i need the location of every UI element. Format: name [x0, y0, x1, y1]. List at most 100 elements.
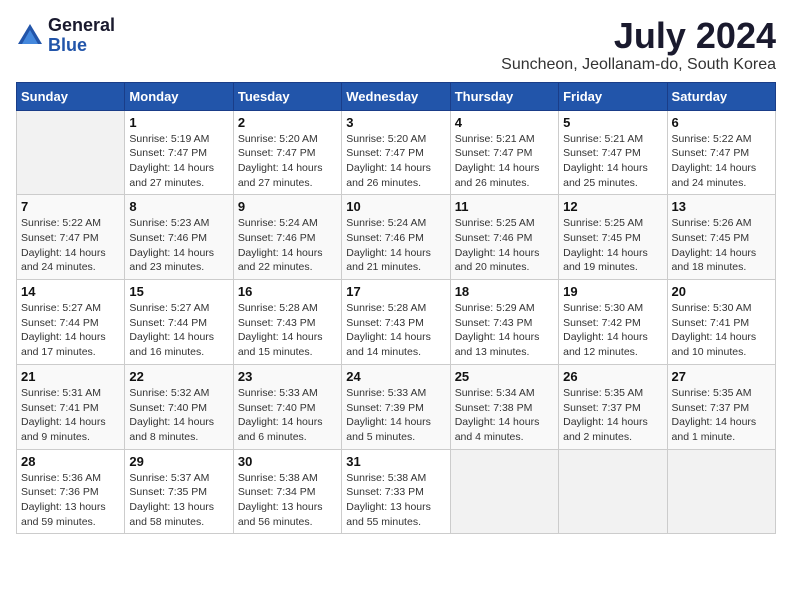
day-info: Sunrise: 5:27 AM Sunset: 7:44 PM Dayligh… [129, 301, 228, 360]
subtitle: Suncheon, Jeollanam-do, South Korea [501, 56, 776, 74]
calendar-cell: 12 Sunrise: 5:25 AM Sunset: 7:45 PM Dayli… [559, 195, 667, 280]
day-info: Sunrise: 5:29 AM Sunset: 7:43 PM Dayligh… [455, 301, 554, 360]
calendar-body: 1 Sunrise: 5:19 AM Sunset: 7:47 PM Daylig… [17, 110, 776, 534]
day-info: Sunrise: 5:27 AM Sunset: 7:44 PM Dayligh… [21, 301, 120, 360]
day-number: 26 [563, 369, 662, 384]
calendar-cell [667, 449, 775, 534]
calendar-cell: 14Sunrise: 5:27 AM Sunset: 7:44 PM Dayli… [17, 280, 125, 365]
calendar-cell: 29 Sunrise: 5:37 AM Sunset: 7:35 PM Dayli… [125, 449, 233, 534]
day-number: 17 [346, 284, 445, 299]
column-header-saturday: Saturday [667, 82, 775, 110]
main-title: July 2024 [501, 16, 776, 56]
calendar-cell: 17 Sunrise: 5:28 AM Sunset: 7:43 PM Dayli… [342, 280, 450, 365]
day-info: Sunrise: 5:20 AM Sunset: 7:47 PM Dayligh… [346, 132, 445, 191]
day-info: Sunrise: 5:22 AM Sunset: 7:47 PM Dayligh… [672, 132, 771, 191]
calendar-cell [450, 449, 558, 534]
logo-icon [16, 22, 44, 50]
day-info: Sunrise: 5:30 AM Sunset: 7:41 PM Dayligh… [672, 301, 771, 360]
day-number: 16 [238, 284, 337, 299]
calendar-cell: 26 Sunrise: 5:35 AM Sunset: 7:37 PM Dayli… [559, 364, 667, 449]
week-row-4: 21 Sunrise: 5:31 AM Sunset: 7:41 PM Dayli… [17, 364, 776, 449]
day-number: 30 [238, 454, 337, 469]
calendar-cell: 20 Sunrise: 5:30 AM Sunset: 7:41 PM Dayli… [667, 280, 775, 365]
week-row-5: 28Sunrise: 5:36 AM Sunset: 7:36 PM Dayli… [17, 449, 776, 534]
day-number: 19 [563, 284, 662, 299]
day-number: 12 [563, 199, 662, 214]
day-number: 23 [238, 369, 337, 384]
column-header-wednesday: Wednesday [342, 82, 450, 110]
day-number: 11 [455, 199, 554, 214]
column-header-monday: Monday [125, 82, 233, 110]
calendar-table: SundayMondayTuesdayWednesdayThursdayFrid… [16, 82, 776, 535]
calendar-cell: 31 Sunrise: 5:38 AM Sunset: 7:33 PM Dayli… [342, 449, 450, 534]
week-row-1: 1 Sunrise: 5:19 AM Sunset: 7:47 PM Daylig… [17, 110, 776, 195]
day-info: Sunrise: 5:25 AM Sunset: 7:45 PM Dayligh… [563, 216, 662, 275]
day-info: Sunrise: 5:28 AM Sunset: 7:43 PM Dayligh… [346, 301, 445, 360]
calendar-cell: 25Sunrise: 5:34 AM Sunset: 7:38 PM Dayli… [450, 364, 558, 449]
day-number: 6 [672, 115, 771, 130]
calendar-cell: 5Sunrise: 5:21 AM Sunset: 7:47 PM Daylig… [559, 110, 667, 195]
day-info: Sunrise: 5:35 AM Sunset: 7:37 PM Dayligh… [672, 386, 771, 445]
day-number: 9 [238, 199, 337, 214]
day-info: Sunrise: 5:35 AM Sunset: 7:37 PM Dayligh… [563, 386, 662, 445]
calendar-cell: 13Sunrise: 5:26 AM Sunset: 7:45 PM Dayli… [667, 195, 775, 280]
calendar-cell: 16 Sunrise: 5:28 AM Sunset: 7:43 PM Dayli… [233, 280, 341, 365]
calendar-cell: 18 Sunrise: 5:29 AM Sunset: 7:43 PM Dayli… [450, 280, 558, 365]
calendar-cell: 9Sunrise: 5:24 AM Sunset: 7:46 PM Daylig… [233, 195, 341, 280]
day-info: Sunrise: 5:34 AM Sunset: 7:38 PM Dayligh… [455, 386, 554, 445]
day-number: 3 [346, 115, 445, 130]
day-number: 27 [672, 369, 771, 384]
day-info: Sunrise: 5:33 AM Sunset: 7:39 PM Dayligh… [346, 386, 445, 445]
day-number: 18 [455, 284, 554, 299]
day-info: Sunrise: 5:19 AM Sunset: 7:47 PM Dayligh… [129, 132, 228, 191]
calendar-cell: 2Sunrise: 5:20 AM Sunset: 7:47 PM Daylig… [233, 110, 341, 195]
day-number: 20 [672, 284, 771, 299]
day-number: 28 [21, 454, 120, 469]
day-info: Sunrise: 5:37 AM Sunset: 7:35 PM Dayligh… [129, 471, 228, 530]
week-row-3: 14Sunrise: 5:27 AM Sunset: 7:44 PM Dayli… [17, 280, 776, 365]
calendar-cell: 27 Sunrise: 5:35 AM Sunset: 7:37 PM Dayli… [667, 364, 775, 449]
day-number: 1 [129, 115, 228, 130]
day-number: 4 [455, 115, 554, 130]
day-info: Sunrise: 5:24 AM Sunset: 7:46 PM Dayligh… [346, 216, 445, 275]
day-info: Sunrise: 5:23 AM Sunset: 7:46 PM Dayligh… [129, 216, 228, 275]
day-info: Sunrise: 5:33 AM Sunset: 7:40 PM Dayligh… [238, 386, 337, 445]
column-header-sunday: Sunday [17, 82, 125, 110]
logo-general-text: General [48, 15, 115, 35]
day-info: Sunrise: 5:25 AM Sunset: 7:46 PM Dayligh… [455, 216, 554, 275]
calendar-cell: 8 Sunrise: 5:23 AM Sunset: 7:46 PM Daylig… [125, 195, 233, 280]
calendar-cell: 6 Sunrise: 5:22 AM Sunset: 7:47 PM Daylig… [667, 110, 775, 195]
day-info: Sunrise: 5:38 AM Sunset: 7:34 PM Dayligh… [238, 471, 337, 530]
day-number: 22 [129, 369, 228, 384]
calendar-cell: 10 Sunrise: 5:24 AM Sunset: 7:46 PM Dayli… [342, 195, 450, 280]
calendar-cell: 1 Sunrise: 5:19 AM Sunset: 7:47 PM Daylig… [125, 110, 233, 195]
day-number: 2 [238, 115, 337, 130]
calendar-cell: 19Sunrise: 5:30 AM Sunset: 7:42 PM Dayli… [559, 280, 667, 365]
day-number: 31 [346, 454, 445, 469]
day-info: Sunrise: 5:28 AM Sunset: 7:43 PM Dayligh… [238, 301, 337, 360]
calendar-cell: 15Sunrise: 5:27 AM Sunset: 7:44 PM Dayli… [125, 280, 233, 365]
calendar-cell: 4 Sunrise: 5:21 AM Sunset: 7:47 PM Daylig… [450, 110, 558, 195]
day-number: 29 [129, 454, 228, 469]
calendar-cell: 21 Sunrise: 5:31 AM Sunset: 7:41 PM Dayli… [17, 364, 125, 449]
day-number: 7 [21, 199, 120, 214]
day-number: 8 [129, 199, 228, 214]
week-row-2: 7Sunrise: 5:22 AM Sunset: 7:47 PM Daylig… [17, 195, 776, 280]
calendar-cell: 3 Sunrise: 5:20 AM Sunset: 7:47 PM Daylig… [342, 110, 450, 195]
day-number: 5 [563, 115, 662, 130]
day-info: Sunrise: 5:21 AM Sunset: 7:47 PM Dayligh… [455, 132, 554, 191]
day-info: Sunrise: 5:38 AM Sunset: 7:33 PM Dayligh… [346, 471, 445, 530]
calendar-cell [559, 449, 667, 534]
day-number: 21 [21, 369, 120, 384]
logo-blue-text: Blue [48, 35, 87, 55]
column-header-friday: Friday [559, 82, 667, 110]
calendar-cell: 30 Sunrise: 5:38 AM Sunset: 7:34 PM Dayli… [233, 449, 341, 534]
calendar-cell: 11 Sunrise: 5:25 AM Sunset: 7:46 PM Dayli… [450, 195, 558, 280]
day-info: Sunrise: 5:31 AM Sunset: 7:41 PM Dayligh… [21, 386, 120, 445]
day-number: 24 [346, 369, 445, 384]
day-info: Sunrise: 5:32 AM Sunset: 7:40 PM Dayligh… [129, 386, 228, 445]
header: General Blue July 2024 Suncheon, Jeollan… [16, 16, 776, 74]
day-info: Sunrise: 5:26 AM Sunset: 7:45 PM Dayligh… [672, 216, 771, 275]
day-number: 10 [346, 199, 445, 214]
column-header-thursday: Thursday [450, 82, 558, 110]
